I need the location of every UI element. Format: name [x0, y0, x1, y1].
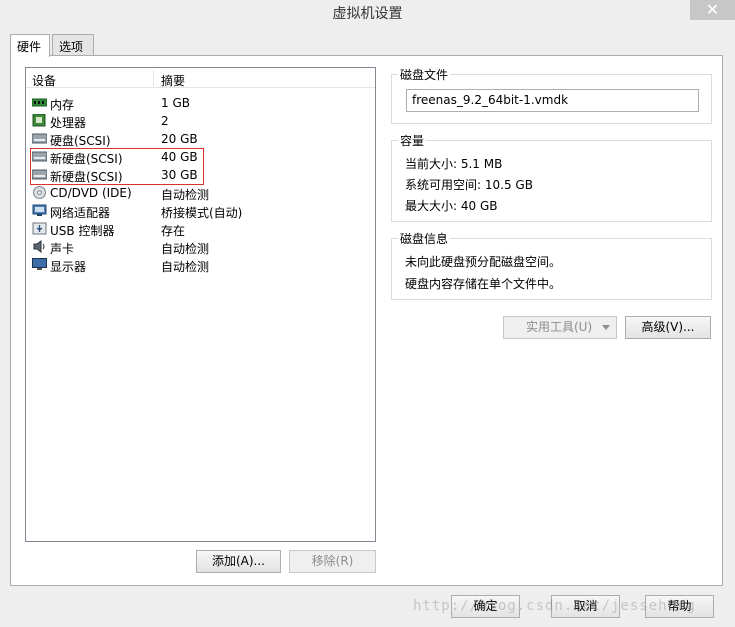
system-free-space-text: 系统可用空间: 10.5 GB — [405, 178, 533, 192]
close-button[interactable]: ✕ — [690, 0, 735, 20]
processor-icon — [32, 114, 46, 127]
device-name: 声卡 — [50, 242, 75, 256]
utilities-button[interactable]: 实用工具(U) — [503, 316, 617, 339]
title-bar: 虚拟机设置 ✕ — [0, 0, 735, 24]
utilities-button-label: 实用工具(U) — [526, 320, 593, 334]
selection-highlight — [30, 148, 204, 185]
tab-options[interactable]: 选项 — [52, 34, 94, 56]
current-size-text: 当前大小: 5.1 MB — [405, 157, 503, 171]
device-row-sound-card[interactable]: 声卡 自动检测 — [26, 238, 375, 256]
device-row-network-adapter[interactable]: 网络适配器 桥接模式(自动) — [26, 202, 375, 220]
device-name: 网络适配器 — [50, 206, 111, 220]
tab-hardware[interactable]: 硬件 — [10, 34, 50, 57]
device-summary: 自动检测 — [161, 260, 210, 274]
device-list[interactable]: 设备 摘要 内存 1 GB 处理器 2 硬盘(SCSI) 20 GB 新硬盘(S… — [25, 67, 376, 542]
device-list-header: 设备 摘要 — [26, 68, 375, 88]
disk-file-input[interactable]: freenas_9.2_64bit-1.vmdk — [406, 89, 699, 112]
watermark: http://blog.csdn.net/jessehung — [413, 598, 696, 614]
sound-card-icon — [33, 240, 45, 253]
device-row-cd-dvd[interactable]: CD/DVD (IDE) 自动检测 — [26, 184, 375, 202]
chevron-down-icon — [602, 325, 610, 330]
device-summary: 2 — [161, 114, 169, 128]
advanced-button[interactable]: 高级(V)... — [625, 316, 711, 339]
window-title: 虚拟机设置 — [332, 6, 403, 22]
memory-icon — [32, 98, 47, 107]
display-icon — [32, 258, 47, 270]
device-name: 内存 — [50, 98, 75, 112]
device-row-display[interactable]: 显示器 自动检测 — [26, 256, 375, 274]
cd-dvd-icon — [33, 186, 46, 199]
device-name: 处理器 — [50, 116, 87, 130]
network-adapter-icon — [32, 204, 47, 216]
disk-info-line-1: 未向此硬盘预分配磁盘空间。 — [405, 255, 562, 269]
disk-info-group: 磁盘信息 未向此硬盘预分配磁盘空间。 硬盘内容存储在单个文件中。 — [391, 230, 712, 300]
device-name: USB 控制器 — [50, 224, 115, 238]
device-row-usb-controller[interactable]: USB 控制器 存在 — [26, 220, 375, 238]
capacity-group: 容量 当前大小: 5.1 MB 系统可用空间: 10.5 GB 最大大小: 40… — [391, 132, 712, 222]
device-summary: 1 GB — [161, 96, 190, 110]
device-name: CD/DVD (IDE) — [50, 186, 132, 200]
device-summary: 20 GB — [161, 132, 198, 146]
hard-disk-icon — [32, 133, 47, 144]
max-size-text: 最大大小: 40 GB — [405, 199, 498, 213]
device-summary: 存在 — [161, 224, 186, 238]
disk-info-title: 磁盘信息 — [398, 230, 451, 247]
add-button[interactable]: 添加(A)... — [196, 550, 281, 573]
device-row-memory[interactable]: 内存 1 GB — [26, 94, 375, 112]
capacity-title: 容量 — [398, 132, 427, 149]
device-summary: 自动检测 — [161, 188, 210, 202]
device-row-hard-disk[interactable]: 硬盘(SCSI) 20 GB — [26, 130, 375, 148]
remove-button[interactable]: 移除(R) — [289, 550, 376, 573]
column-header-summary[interactable]: 摘要 — [161, 72, 185, 89]
close-icon: ✕ — [705, 0, 720, 19]
disk-file-title: 磁盘文件 — [398, 66, 451, 83]
column-header-device[interactable]: 设备 — [32, 72, 56, 89]
device-row-processor[interactable]: 处理器 2 — [26, 112, 375, 130]
hardware-panel: 设备 摘要 内存 1 GB 处理器 2 硬盘(SCSI) 20 GB 新硬盘(S… — [10, 55, 723, 586]
device-summary: 桥接模式(自动) — [161, 206, 243, 220]
device-name: 硬盘(SCSI) — [50, 134, 111, 148]
disk-file-group: 磁盘文件 freenas_9.2_64bit-1.vmdk — [391, 66, 712, 124]
disk-info-line-2: 硬盘内容存储在单个文件中。 — [405, 277, 562, 291]
usb-controller-icon — [32, 222, 47, 235]
device-summary: 自动检测 — [161, 242, 210, 256]
device-name: 显示器 — [50, 260, 87, 274]
